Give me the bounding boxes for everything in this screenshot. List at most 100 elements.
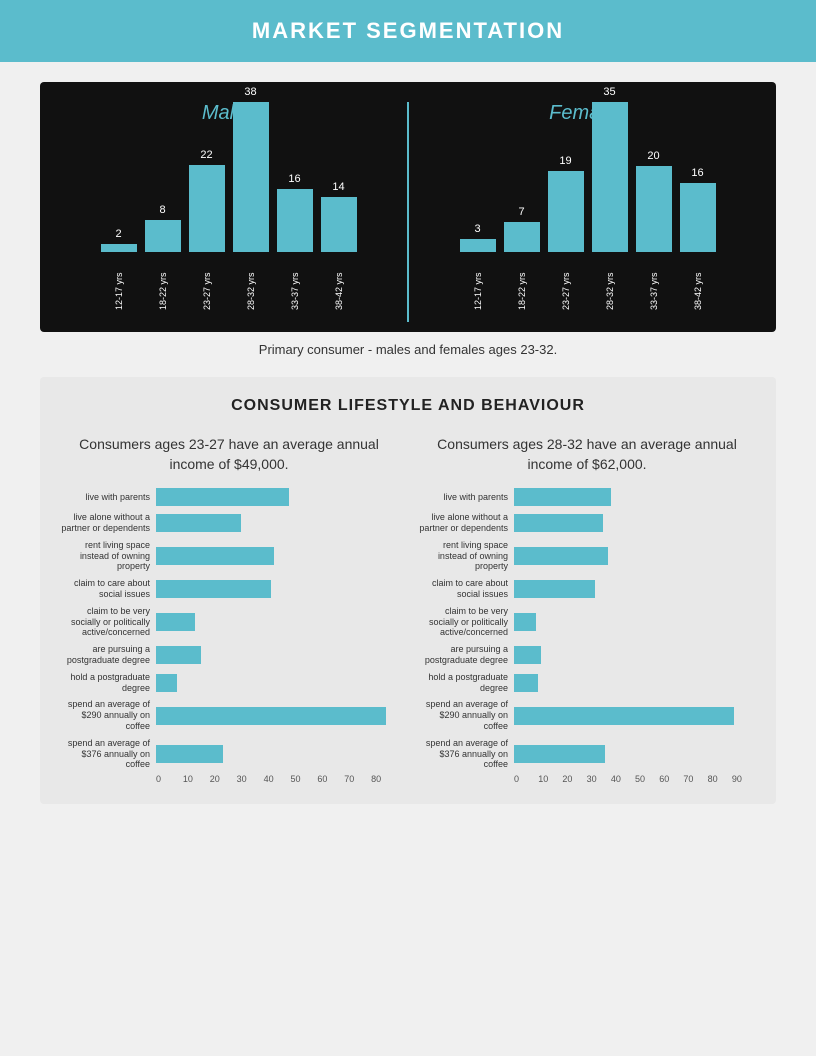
h-bar-track (156, 580, 398, 598)
list-item: live alone without a partner or dependen… (418, 512, 756, 534)
bar-value-label: 2 (115, 228, 121, 240)
col2-bar-chart: live with parents live alone without a pa… (418, 488, 756, 770)
h-bar-track (514, 514, 756, 532)
bar-group: 718-22 yrs (504, 206, 540, 310)
bar-value-label: 16 (691, 167, 703, 179)
bar-rect (636, 166, 672, 252)
x-axis-tick: 70 (683, 774, 707, 784)
x-axis-tick: 20 (562, 774, 586, 784)
h-bar-track (514, 745, 756, 763)
females-bars: 312-17 yrs718-22 yrs1923-27 yrs3528-32 y… (460, 135, 716, 315)
list-item: are pursuing a postgraduate degree (60, 644, 398, 666)
x-axis-tick: 20 (210, 774, 237, 784)
h-bar-track (514, 547, 756, 565)
x-axis-tick: 0 (514, 774, 538, 784)
bar-axis-label: 12-17 yrs (473, 260, 483, 310)
bar-value-label: 19 (559, 155, 571, 167)
bar-rect (548, 171, 584, 252)
bar-group: 2 12-17 yrs (101, 228, 137, 310)
h-bar-fill (156, 674, 177, 692)
h-bar-track (514, 674, 756, 692)
h-bar-fill (156, 580, 271, 598)
bar-group: 22 23-27 yrs (189, 149, 225, 310)
x-axis-tick: 80 (371, 774, 398, 784)
bar-value-label: 3 (474, 223, 480, 235)
h-bar-label: live with parents (60, 492, 150, 503)
col2-x-axis: 0102030405060708090 (514, 774, 756, 784)
h-bar-track (156, 547, 398, 565)
list-item: hold a postgraduate degree (418, 672, 756, 694)
bar-group: 3528-32 yrs (592, 86, 628, 310)
lifestyle-col1: Consumers ages 23-27 have an average ann… (60, 435, 398, 784)
x-axis-tick: 60 (317, 774, 344, 784)
x-axis-tick: 30 (237, 774, 264, 784)
h-bar-label: rent living space instead of owning prop… (60, 540, 150, 572)
bar-rect (680, 183, 716, 252)
bar-axis-label: 38-42 yrs (693, 260, 703, 310)
bar-value-label: 22 (200, 149, 212, 161)
bar-value-label: 20 (647, 150, 659, 162)
bar-rect (189, 165, 225, 252)
h-bar-track (514, 613, 756, 631)
col1-x-axis: 01020304050607080 (156, 774, 398, 784)
h-bar-fill (156, 613, 195, 631)
bar-value-label: 38 (244, 86, 256, 98)
bar-value-label: 16 (288, 173, 300, 185)
males-bars: 212-17 yrs818-22 yrs2223-27 yrs3828-32 y… (101, 135, 357, 315)
list-item: live with parents (418, 488, 756, 506)
list-item: rent living space instead of owning prop… (418, 540, 756, 572)
bar-axis-label: 23-27 yrs (202, 260, 212, 310)
h-bar-label: spend an average of $376 annually on cof… (418, 738, 508, 770)
bar-axis-label: 33-37 yrs (290, 260, 300, 310)
bar-axis-label: 33-37 yrs (649, 260, 659, 310)
h-bar-label: rent living space instead of owning prop… (418, 540, 508, 572)
bar-axis-label: 18-22 yrs (517, 260, 527, 310)
h-bar-track (156, 514, 398, 532)
list-item: claim to care about social issues (418, 578, 756, 600)
h-bar-fill (156, 514, 241, 532)
h-bar-fill (156, 646, 201, 664)
bar-group: 1438-42 yrs (321, 181, 357, 310)
h-bar-label: are pursuing a postgraduate degree (418, 644, 508, 666)
x-axis-tick: 70 (344, 774, 371, 784)
list-item: live with parents (60, 488, 398, 506)
list-item: rent living space instead of owning prop… (60, 540, 398, 572)
h-bar-track (156, 707, 398, 725)
h-bar-label: live alone without a partner or dependen… (60, 512, 150, 534)
bar-axis-label: 12-17 yrs (114, 260, 124, 310)
bar-rect (592, 102, 628, 252)
bar-value-label: 8 (159, 204, 165, 216)
h-bar-track (156, 613, 398, 631)
h-bar-label: spend an average of $290 annually on cof… (60, 699, 150, 731)
h-bar-fill (514, 547, 608, 565)
lifestyle-col2: Consumers ages 28-32 have an average ann… (418, 435, 756, 784)
col1-income-header: Consumers ages 23-27 have an average ann… (60, 435, 398, 474)
males-section: Males 212-17 yrs818-22 yrs2223-27 yrs382… (70, 102, 387, 322)
lifestyle-title: CONSUMER LIFESTYLE AND BEHAVIOUR (60, 397, 756, 415)
h-bar-fill (156, 488, 289, 506)
h-bar-label: claim to be very socially or politically… (418, 606, 508, 638)
list-item: are pursuing a postgraduate degree (418, 644, 756, 666)
x-axis-tick: 80 (708, 774, 732, 784)
bar-rect (504, 222, 540, 252)
h-bar-track (156, 646, 398, 664)
bar-group: 16 33-37 yrs (277, 173, 313, 310)
h-bar-label: spend an average of $376 annually on cof… (60, 738, 150, 770)
bar-group: 3 12-17 yrs (460, 223, 496, 310)
h-bar-track (156, 488, 398, 506)
h-bar-fill (514, 707, 734, 725)
h-bar-label: are pursuing a postgraduate degree (60, 644, 150, 666)
list-item: spend an average of $376 annually on cof… (418, 738, 756, 770)
bar-value-label: 35 (603, 86, 615, 98)
list-item: live alone without a partner or dependen… (60, 512, 398, 534)
h-bar-track (514, 580, 756, 598)
h-bar-label: spend an average of $290 annually on cof… (418, 699, 508, 731)
h-bar-fill (514, 580, 595, 598)
h-bar-track (514, 707, 756, 725)
bar-rect (101, 244, 137, 252)
x-axis-tick: 10 (183, 774, 210, 784)
x-axis-tick: 30 (587, 774, 611, 784)
h-bar-label: claim to be very socially or politically… (60, 606, 150, 638)
h-bar-label: live with parents (418, 492, 508, 503)
list-item: hold a postgraduate degree (60, 672, 398, 694)
